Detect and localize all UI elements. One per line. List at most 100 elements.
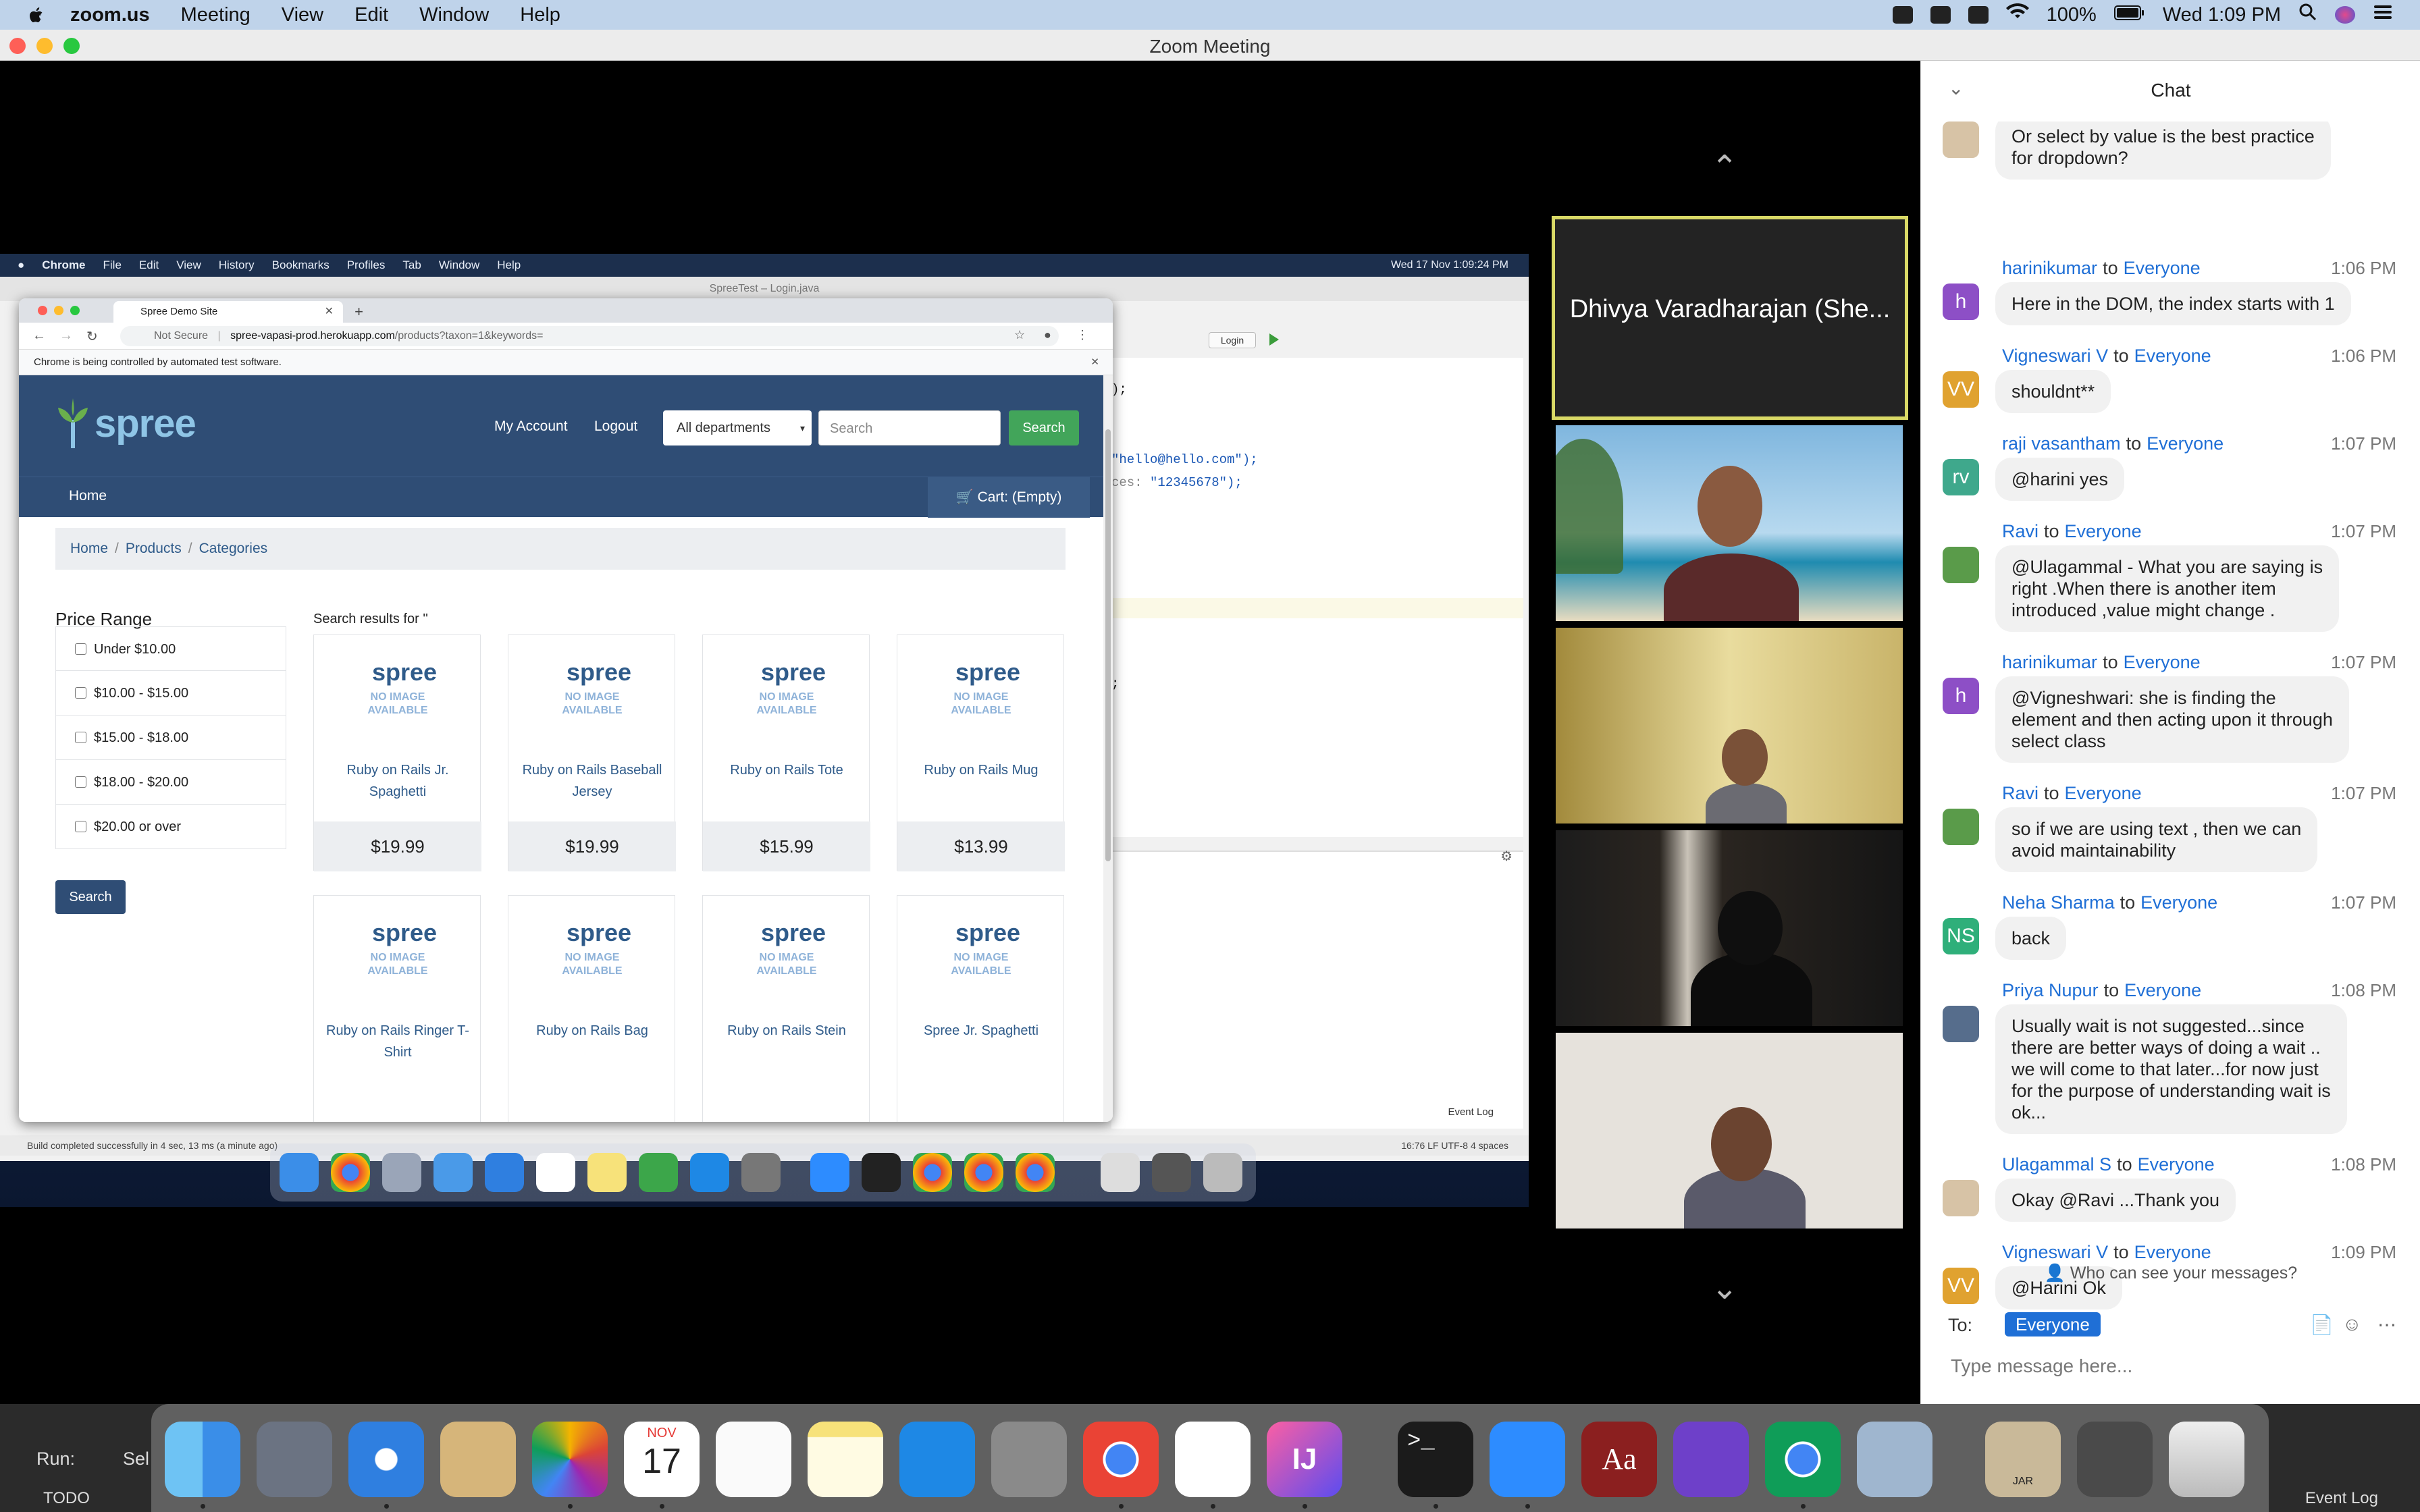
cart-link: 🛒 Cart: (Empty) (928, 477, 1090, 518)
jar-file-icon[interactable]: JAR (1985, 1422, 2061, 1497)
notes-icon (587, 1153, 627, 1192)
mail-icon (433, 1153, 473, 1192)
participant-head (1722, 729, 1768, 786)
run-label[interactable]: Run: (36, 1449, 75, 1469)
chat-avatar: rv (1943, 459, 1979, 495)
chat-message-text: @Ulagammal - What you are saying is righ… (1995, 545, 2340, 632)
notes-icon[interactable] (808, 1422, 883, 1497)
chrome-icon[interactable] (1083, 1422, 1159, 1497)
dictionary-icon[interactable]: Aa (1581, 1422, 1657, 1497)
shortcut-status-icon[interactable] (1930, 6, 1951, 24)
shared-menu-edit: Edit (138, 259, 159, 271)
chat-recipient: Everyone (2064, 521, 2142, 541)
reminders-icon[interactable] (716, 1422, 791, 1497)
who-can-see-messages-link[interactable]: 👤 Who can see your messages? (1921, 1264, 2420, 1283)
mac-menubar: zoom.us Meeting View Edit Window Help 10… (0, 0, 2420, 30)
code-editor: ); "hello@hello.com"); ces: "12345678");… (1111, 358, 1523, 837)
screenshot-folder-icon[interactable] (2077, 1422, 2153, 1497)
menu-edit[interactable]: Edit (354, 4, 388, 26)
safari-icon (485, 1153, 524, 1192)
price-checkbox (75, 821, 86, 832)
menu-view[interactable]: View (282, 4, 323, 26)
menu-help[interactable]: Help (520, 4, 560, 26)
spotlight-icon[interactable] (2298, 3, 2317, 27)
participant-tile[interactable] (1556, 830, 1903, 1026)
safari-icon[interactable] (348, 1422, 424, 1497)
chat-message-header: Ulagammal Sto Everyone (2002, 1154, 2215, 1174)
zoom-icon[interactable] (1490, 1422, 1565, 1497)
launchpad-icon[interactable] (257, 1422, 332, 1497)
back-icon: ← (32, 328, 46, 343)
run-tab[interactable]: Sel (123, 1449, 149, 1469)
logout-link: Logout (594, 418, 638, 434)
url-host: spree-vapasi-prod.herokuapp.com (230, 330, 395, 342)
spree-page: spree My Account Logout All departments … (19, 375, 1103, 1122)
mail-stamp-icon[interactable] (440, 1422, 516, 1497)
chrome-minimize-button (54, 306, 63, 315)
github-desktop-icon[interactable] (1673, 1422, 1749, 1497)
chat-message-list[interactable]: Or select by value is the best practice … (1921, 122, 2420, 1323)
emoji-icon[interactable]: ☺ (2342, 1314, 2363, 1334)
battery-icon[interactable] (2113, 4, 2145, 26)
shared-apple-icon: ● (18, 259, 25, 271)
zoom-window-titlebar: Zoom Meeting (0, 30, 2420, 61)
chat-timestamp: 1:08 PM (2331, 980, 2396, 1000)
scroll-up-icon[interactable]: ⌃ (1711, 148, 1738, 186)
siri-icon[interactable] (2335, 6, 2355, 24)
participant-tile[interactable] (1556, 628, 1903, 824)
slack-icon[interactable] (1175, 1422, 1251, 1497)
chat-message-header: Vigneswari Vto Everyone (2002, 346, 2211, 366)
participant-tile[interactable] (1556, 425, 1903, 621)
chat-avatar (1943, 809, 1979, 845)
chat-message-input[interactable]: Type message here... (1951, 1355, 2383, 1377)
calendar-icon[interactable]: NOV 17 (624, 1422, 700, 1497)
shared-menu-view: View (176, 259, 201, 271)
event-log-tab[interactable]: Event Log (2305, 1489, 2378, 1508)
running-indicator (384, 1504, 389, 1509)
menu-window[interactable]: Window (419, 4, 489, 26)
no-image-placeholder: spree NO IMAGE AVAILABLE (367, 919, 438, 977)
todo-tab[interactable]: TODO (43, 1489, 90, 1508)
shared-dock (270, 1143, 1256, 1202)
menu-app-name[interactable]: zoom.us (70, 4, 150, 26)
participant-tile-active[interactable]: Dhivya Varadharajan (She... (1552, 216, 1908, 420)
photos-icon[interactable] (532, 1422, 608, 1497)
system-preferences-icon[interactable] (991, 1422, 1067, 1497)
shared-menu-app: Chrome (42, 259, 86, 271)
intellij-icon[interactable]: IJ (1267, 1422, 1342, 1497)
zoom-status-icon[interactable] (1892, 6, 1913, 24)
terminal-icon[interactable]: >_ (1398, 1422, 1473, 1497)
run-config-select: Login (1209, 332, 1256, 348)
app-store-icon[interactable] (899, 1422, 975, 1497)
wifi-icon[interactable] (2005, 3, 2029, 26)
participant-tile[interactable] (1556, 1033, 1903, 1228)
chat-recipient: Everyone (2137, 1154, 2215, 1174)
chrome-icon[interactable] (1765, 1422, 1841, 1497)
product-card: spree NO IMAGE AVAILABLE Ruby on Rails Mu… (897, 634, 1065, 871)
chat-message-text: Okay @Ravi ...Thank you (1995, 1179, 2236, 1222)
panel-settings-icon: ⚙ (1500, 849, 1512, 864)
participant-body (1706, 783, 1787, 824)
chevron-down-icon: ▾ (799, 423, 805, 433)
finder-icon[interactable] (165, 1422, 240, 1497)
apple-menu-icon[interactable] (27, 5, 47, 25)
input-source-icon[interactable] (1968, 6, 1989, 24)
more-icon[interactable]: ⋯ (2377, 1314, 2398, 1335)
running-indicator (1119, 1504, 1124, 1509)
menubar-clock[interactable]: Wed 1:09 PM (2163, 4, 2281, 26)
running-indicator (1303, 1504, 1307, 1509)
chat-timestamp: 1:07 PM (2331, 892, 2396, 913)
trash-icon[interactable] (2169, 1422, 2244, 1497)
chat-recipient: Everyone (2134, 346, 2211, 366)
chat-timestamp: 1:06 PM (2331, 258, 2396, 278)
file-icon[interactable]: 📄 (2310, 1314, 2334, 1335)
active-speaker-name: Dhivya Varadharajan (She... (1569, 295, 1891, 323)
chat-recipient-select[interactable]: Everyone ▾ (2005, 1312, 2101, 1359)
shared-menu-tab: Tab (402, 259, 421, 271)
menu-meeting[interactable]: Meeting (181, 4, 251, 26)
preview-icon[interactable] (1857, 1422, 1932, 1497)
scroll-down-icon[interactable]: ⌄ (1711, 1269, 1738, 1307)
product-name: Ruby on Rails Tote (730, 763, 843, 778)
price-filter-search-button: Search (55, 880, 126, 914)
control-center-icon[interactable] (2373, 3, 2393, 26)
